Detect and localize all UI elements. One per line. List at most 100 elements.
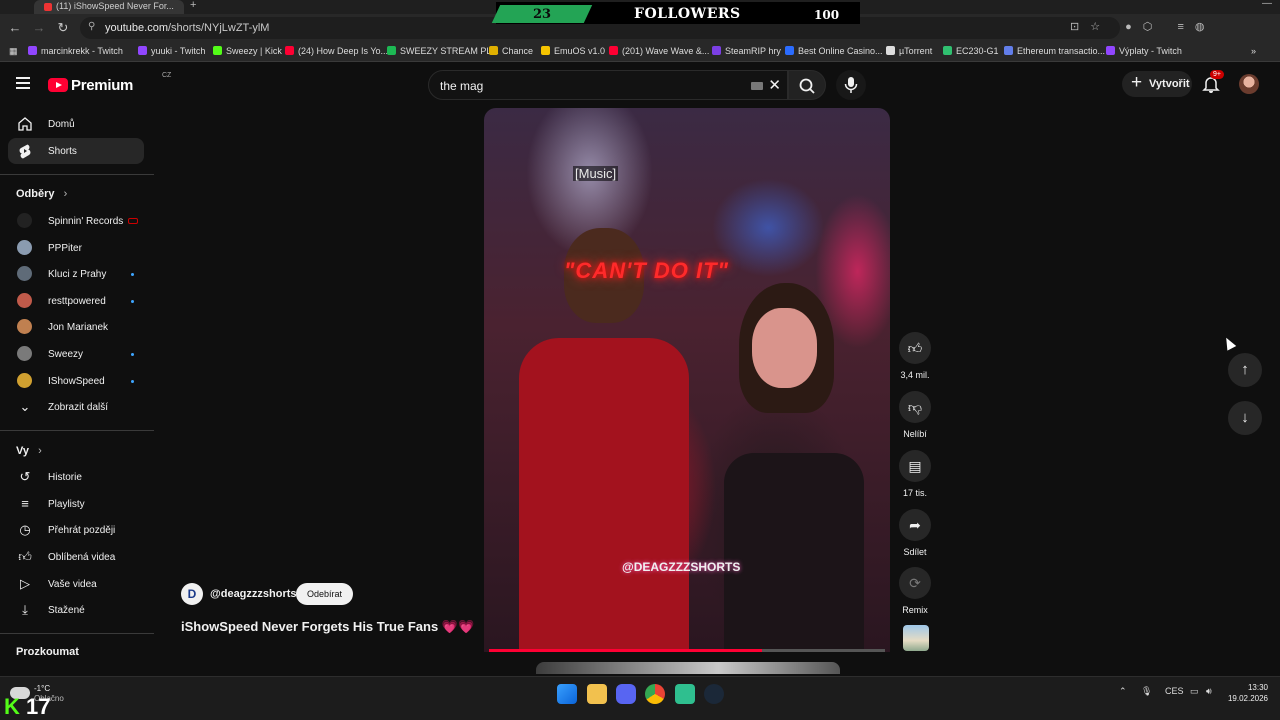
sidebar-item-label: Přehrát později — [48, 525, 116, 536]
sidebar-item-liked-videos[interactable]: 👍︎ Oblíbená videa — [8, 544, 144, 570]
site-info-icon[interactable]: ⚲ — [88, 21, 95, 32]
extension-icons[interactable]: ⊡☆ ●⬡ ≡◍ — [1070, 20, 1215, 33]
search-query[interactable]: the mag — [440, 79, 483, 93]
bookmark-favicon-icon — [138, 46, 147, 55]
channel-name[interactable]: @deagzzzshorts — [210, 588, 297, 600]
sidebar-item-subscription[interactable]: Sweezy — [8, 341, 144, 367]
language-indicator[interactable]: CES — [1165, 686, 1184, 696]
volume-icon[interactable]: 🔊︎ — [1206, 686, 1212, 697]
logo-text: Premium — [71, 77, 134, 94]
sidebar-item-playlists[interactable]: ≡ Playlisty — [8, 491, 144, 517]
sidebar-item-subscription[interactable]: Jon Marianek — [8, 314, 144, 340]
sidebar-item-your-videos[interactable]: ▷ Vaše videa — [8, 571, 144, 597]
create-button[interactable]: + Vytvořit — [1122, 71, 1192, 97]
arrow-down-icon: ↓ — [1241, 409, 1249, 426]
video-progress-bar[interactable] — [489, 649, 885, 652]
tray-overflow-icon[interactable]: ⌃ — [1119, 686, 1127, 697]
system-clock[interactable]: 13:30 19.02.2026 — [1218, 682, 1268, 704]
channel-avatar[interactable]: D — [181, 583, 203, 605]
bookmark-item[interactable]: yuuki - Twitch — [138, 46, 205, 56]
previous-short-button[interactable]: ↑ — [1228, 353, 1262, 387]
video-title[interactable]: iShowSpeed Never Forgets His True Fans 💗… — [181, 619, 474, 635]
sidebar-item-subscription[interactable]: Spinnin' Records — [8, 208, 144, 234]
network-icon[interactable]: ▭ — [1190, 686, 1199, 697]
sidebar-item-label: IShowSpeed — [48, 376, 105, 387]
menu-icon[interactable] — [16, 77, 32, 89]
bookmark-item[interactable]: Ethereum transactio... — [1004, 46, 1105, 56]
subscriptions-heading[interactable]: Odběry › — [16, 188, 67, 200]
voice-search-button[interactable] — [836, 70, 866, 100]
bookmark-item[interactable]: Výplaty - Twitch — [1106, 46, 1182, 56]
remix-button[interactable]: ⟳ Remix — [895, 567, 935, 615]
subscribe-button[interactable]: Odebírat — [296, 583, 353, 605]
remix-label: Remix — [902, 605, 928, 615]
new-content-dot-icon — [131, 380, 134, 383]
channel-avatar — [17, 240, 32, 255]
video-subject-right-top — [724, 453, 864, 652]
close-icon[interactable]: ✕ — [768, 76, 781, 94]
sidebar-item-label: Kluci z Prahy — [48, 269, 107, 280]
sidebar-item-home[interactable]: Domů — [8, 111, 144, 137]
bookmark-item[interactable]: EC230-G1 — [943, 46, 999, 56]
bookmark-item[interactable]: Chance — [489, 46, 533, 56]
bookmark-item[interactable]: Sweezy | Kick — [213, 46, 282, 56]
account-avatar[interactable] — [1239, 74, 1259, 94]
sidebar-item-subscription[interactable]: IShowSpeed — [8, 368, 144, 394]
chrome-icon[interactable] — [645, 684, 665, 704]
you-heading[interactable]: Vy › — [16, 445, 42, 457]
bookmark-item[interactable]: Best Online Casino... — [785, 46, 883, 56]
notifications-button[interactable]: 9+ — [1201, 70, 1224, 94]
bookmark-item[interactable]: SteamRIP hry — [712, 46, 781, 56]
shorts-video-player[interactable]: [Music] "CAN'T DO IT" @DEAGZZZSHORTS — [484, 108, 890, 652]
dislike-button[interactable]: 👎︎ Nelíbí — [895, 391, 935, 439]
next-short-button[interactable]: ↓ — [1228, 401, 1262, 435]
bookmark-item[interactable]: µTorrent — [886, 46, 932, 56]
history-icon: ↺ — [19, 469, 31, 484]
microphone-tray-icon[interactable]: 🎙︎ — [1141, 686, 1152, 697]
share-button[interactable]: ➦ Sdílet — [895, 509, 935, 557]
app-icon[interactable] — [675, 684, 695, 704]
sidebar-item-subscription[interactable]: PPPiter — [8, 235, 144, 261]
keyboard-icon[interactable] — [751, 82, 763, 90]
sidebar-item-subscription[interactable]: Kluci z Prahy — [8, 261, 144, 287]
bookmarks-bar: ▦ marcinkrekk - Twitch yuuki - Twitch Sw… — [0, 42, 1280, 62]
bookmark-favicon-icon — [886, 46, 895, 55]
bookmark-item[interactable]: (24) How Deep Is Yo... — [285, 46, 388, 56]
steam-icon[interactable] — [704, 684, 724, 704]
back-arrow-icon[interactable]: ← — [6, 19, 24, 37]
bookmark-favicon-icon — [1004, 46, 1013, 55]
new-tab-button[interactable]: + — [190, 0, 196, 11]
next-short-preview[interactable] — [536, 662, 840, 674]
chevron-down-icon: ⌄ — [19, 399, 31, 414]
window-controls[interactable]: — — [1262, 0, 1272, 9]
file-explorer-icon[interactable] — [587, 684, 607, 704]
sidebar-item-watch-later[interactable]: ◷ Přehrát později — [8, 517, 144, 543]
explore-heading: Prozkoumat — [16, 646, 79, 658]
browser-tab[interactable]: (11) iShowSpeed Never For... — [34, 0, 184, 14]
url-text[interactable]: youtube.com/shorts/NYjLwZT-ylM — [105, 22, 269, 34]
sidebar-item-downloads[interactable]: ⤓ Stažené — [8, 597, 144, 623]
search-input[interactable]: the mag ✕ — [428, 70, 788, 100]
discord-icon[interactable] — [616, 684, 636, 704]
bookmarks-overflow-icon[interactable]: » — [1251, 46, 1256, 56]
bookmark-favicon-icon — [712, 46, 721, 55]
bookmark-item[interactable]: (201) Wave Wave &... — [609, 46, 709, 56]
sound-thumbnail[interactable] — [903, 625, 929, 651]
like-button[interactable]: 👍︎ 3,4 mil. — [895, 332, 935, 380]
bookmark-item[interactable]: EmuOS v1.0 — [541, 46, 605, 56]
search-button[interactable] — [788, 70, 826, 100]
start-windows-icon[interactable] — [557, 684, 577, 704]
sidebar-item-label: Zobrazit další — [48, 402, 109, 413]
reload-icon[interactable]: ↻ — [54, 19, 72, 37]
sidebar-item-history[interactable]: ↺ Historie — [8, 464, 144, 490]
forward-arrow-icon[interactable]: → — [30, 19, 48, 37]
follower-goal: 100 — [814, 8, 840, 22]
thumbs-up-icon: 👍︎ — [899, 332, 931, 364]
apps-grid-icon[interactable]: ▦ — [9, 46, 18, 57]
comments-button[interactable]: ▤ 17 tis. — [895, 450, 935, 498]
sidebar-item-shorts[interactable]: Shorts — [8, 138, 144, 164]
bookmark-item[interactable]: SWEEZY STREAM PL... — [387, 46, 499, 56]
bookmark-item[interactable]: marcinkrekk - Twitch — [28, 46, 123, 56]
show-more-button[interactable]: ⌄ Zobrazit další — [8, 394, 144, 420]
sidebar-item-subscription[interactable]: resttpowered — [8, 288, 144, 314]
